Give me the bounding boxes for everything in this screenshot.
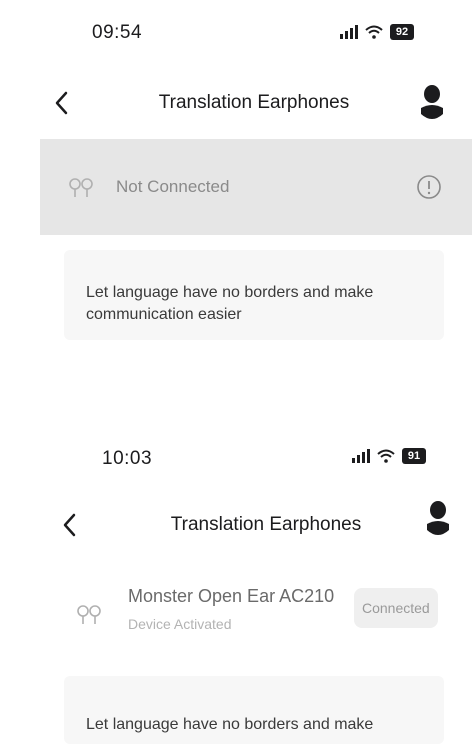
promo-card: Let language have no borders and make co… (64, 250, 444, 340)
battery-icon: 91 (402, 448, 426, 464)
alert-circle-icon[interactable] (416, 174, 442, 200)
device-connection-bar[interactable]: Not Connected (40, 139, 472, 235)
screenshot-not-connected: 09:54 92 Translation Earphones Not Conne… (0, 0, 472, 340)
promo-text: Let language have no borders and make co… (86, 284, 374, 323)
user-icon[interactable] (426, 500, 450, 538)
status-time: 10:03 (102, 448, 153, 469)
wifi-icon (365, 25, 383, 39)
promo-card: Let language have no borders and make (64, 676, 444, 744)
wifi-icon (377, 449, 395, 463)
battery-icon: 92 (390, 24, 414, 40)
signal-icon (352, 449, 370, 463)
device-connection-bar[interactable]: Monster Open Ear AC210 Device Activated … (40, 572, 472, 654)
status-icons: 91 (352, 448, 426, 464)
promo-text: Let language have no borders and make (86, 716, 374, 733)
status-time: 09:54 (92, 22, 143, 43)
status-icons: 92 (340, 24, 414, 40)
device-subtitle: Device Activated (128, 616, 232, 632)
user-icon[interactable] (420, 84, 444, 122)
page-title: Translation Earphones (170, 514, 362, 535)
connected-badge: Connected (354, 588, 438, 628)
connection-status: Not Connected (116, 177, 230, 196)
device-name: Monster Open Ear AC210 (128, 586, 335, 606)
earbuds-icon (69, 178, 93, 197)
earbuds-icon (77, 605, 101, 624)
signal-icon (340, 25, 358, 39)
page-title: Translation Earphones (158, 92, 350, 113)
